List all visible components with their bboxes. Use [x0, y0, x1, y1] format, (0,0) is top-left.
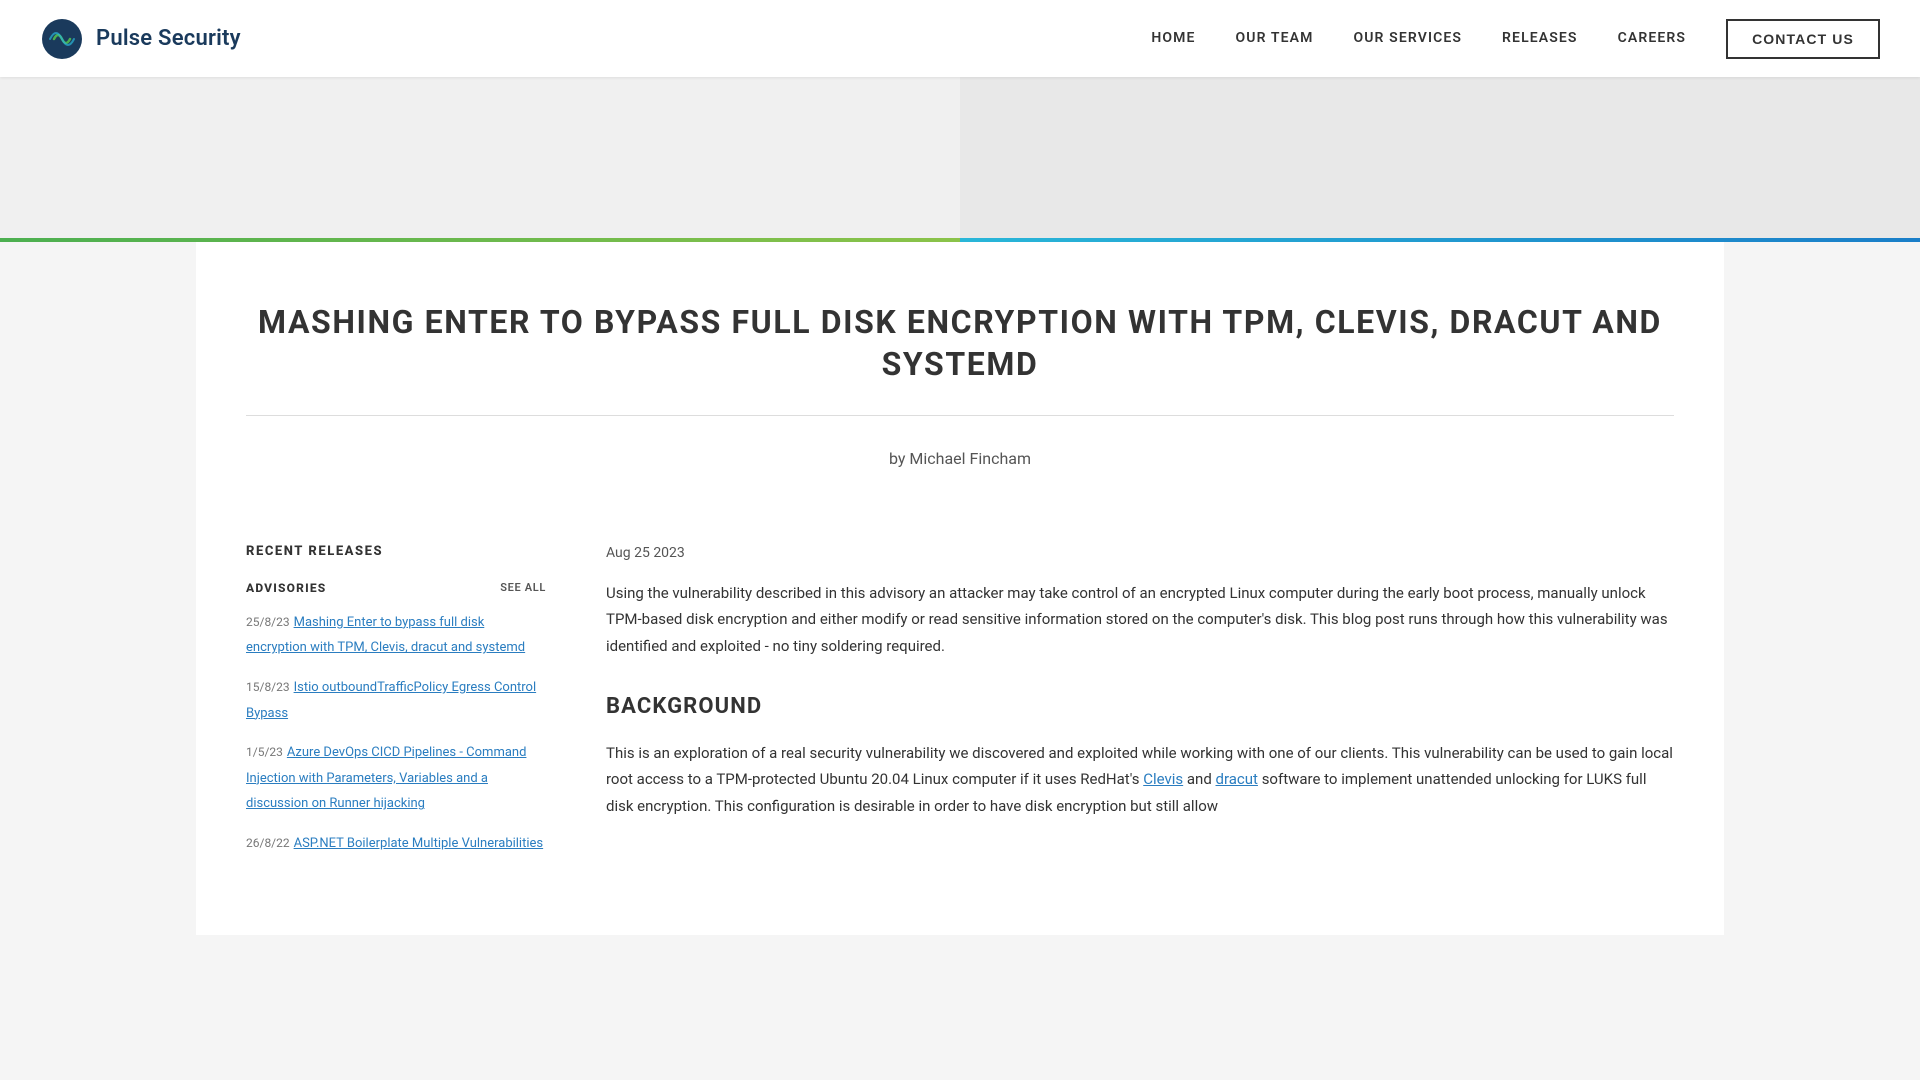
release-date: 1/5/23: [246, 745, 283, 759]
clevis-link[interactable]: Clevis: [1143, 770, 1183, 788]
nav-careers[interactable]: CAREERS: [1618, 27, 1686, 49]
list-item: 26/8/22 ASP.NET Boilerplate Multiple Vul…: [246, 829, 546, 855]
background-text: This is an exploration of a real securit…: [606, 740, 1674, 819]
article-divider: [246, 415, 1674, 416]
site-header: Pulse Security HOME OUR TEAM OUR SERVICE…: [0, 0, 1920, 77]
and-text: and: [1187, 770, 1216, 788]
nav-our-services[interactable]: OUR SERVICES: [1353, 27, 1462, 49]
hero-right-panel: [960, 77, 1920, 242]
hero-bar-blue: [960, 238, 1920, 242]
sidebar-advisories-title: ADVISORIES: [246, 579, 326, 598]
background-heading: BACKGROUND: [606, 689, 1674, 724]
list-item: 25/8/23 Mashing Enter to bypass full dis…: [246, 608, 546, 659]
release-date: 15/8/23: [246, 680, 290, 694]
contact-button[interactable]: CONTACT US: [1726, 19, 1880, 59]
content-area: RECENT RELEASES ADVISORIES SEE ALL 25/8/…: [226, 542, 1694, 875]
sidebar: RECENT RELEASES ADVISORIES SEE ALL 25/8/…: [246, 542, 546, 875]
logo-icon: [40, 17, 84, 61]
dracut-link[interactable]: dracut: [1216, 770, 1258, 788]
release-date: 25/8/23: [246, 615, 290, 629]
list-item: 15/8/23 Istio outboundTrafficPolicy Egre…: [246, 673, 546, 724]
hero-left-panel: [0, 77, 960, 242]
article-intro: Using the vulnerability described in thi…: [606, 580, 1674, 659]
nav-home[interactable]: HOME: [1151, 27, 1195, 49]
nav-our-team[interactable]: OUR TEAM: [1236, 27, 1314, 49]
release-link[interactable]: Azure DevOps CICD Pipelines - Command In…: [246, 745, 526, 811]
logo-link[interactable]: Pulse Security: [40, 17, 241, 61]
nav-releases[interactable]: RELEASES: [1502, 27, 1578, 49]
article-header: MASHING ENTER TO BYPASS FULL DISK ENCRYP…: [226, 242, 1694, 542]
main-nav: HOME OUR TEAM OUR SERVICES RELEASES CARE…: [1151, 19, 1880, 59]
logo-text: Pulse Security: [96, 21, 241, 56]
sidebar-advisories-header: ADVISORIES SEE ALL: [246, 579, 546, 598]
hero-section: [0, 77, 1920, 242]
hero-bar-green: [0, 238, 960, 242]
list-item: 1/5/23 Azure DevOps CICD Pipelines - Com…: [246, 738, 546, 815]
article-date: Aug 25 2023: [606, 542, 1674, 564]
main-content-wrapper: MASHING ENTER TO BYPASS FULL DISK ENCRYP…: [196, 242, 1724, 935]
release-link[interactable]: ASP.NET Boilerplate Multiple Vulnerabili…: [294, 836, 544, 851]
see-all-link[interactable]: SEE ALL: [500, 579, 546, 597]
article-body: Aug 25 2023 Using the vulnerability desc…: [606, 542, 1674, 875]
sidebar-advisories: ADVISORIES SEE ALL 25/8/23 Mashing Enter…: [246, 579, 546, 855]
hero-bottom-bar: [0, 238, 1920, 242]
article-title: MASHING ENTER TO BYPASS FULL DISK ENCRYP…: [246, 302, 1674, 385]
article-byline: by Michael Fincham: [246, 436, 1674, 502]
release-link[interactable]: Istio outboundTrafficPolicy Egress Contr…: [246, 680, 536, 721]
sidebar-section-title: RECENT RELEASES: [246, 542, 546, 563]
release-date: 26/8/22: [246, 836, 290, 850]
